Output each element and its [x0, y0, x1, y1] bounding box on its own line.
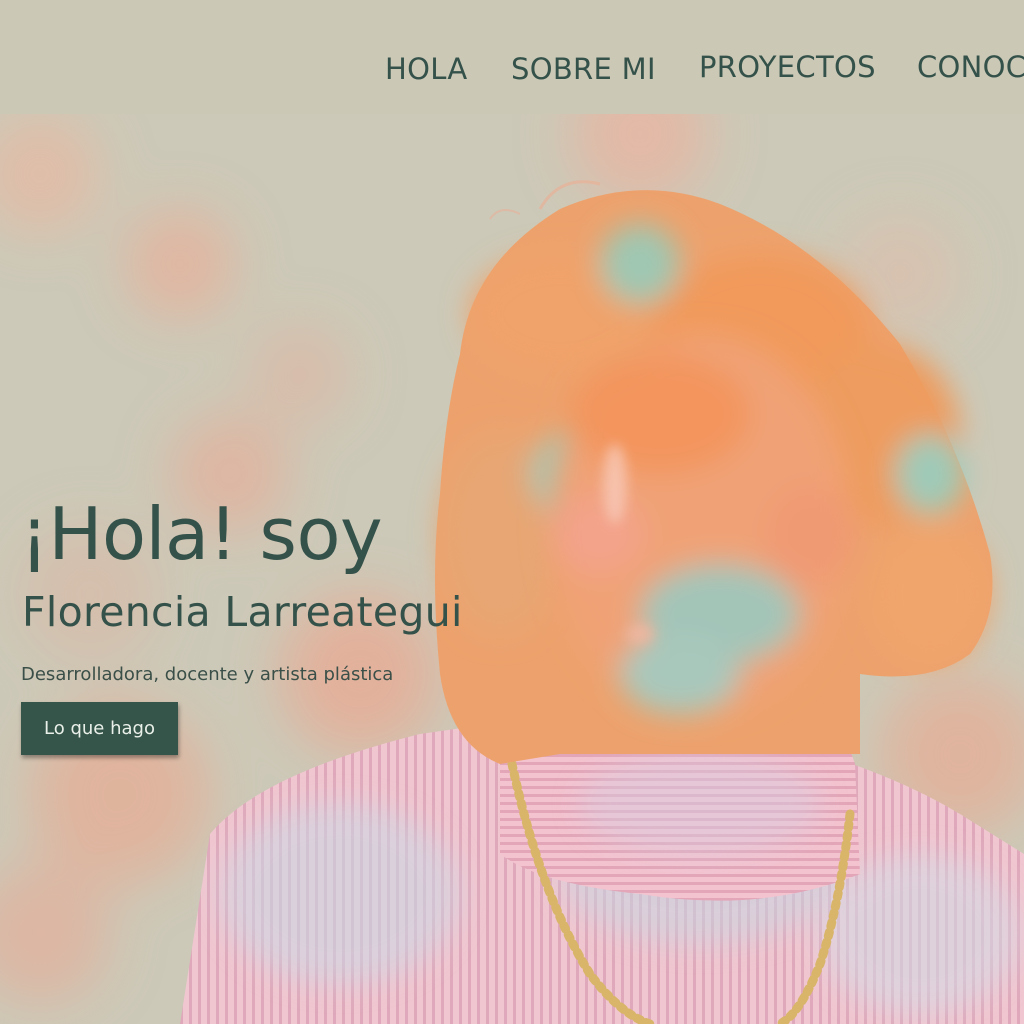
lo-que-hago-button[interactable]: Lo que hago [21, 702, 178, 755]
nav-item-hola[interactable]: HOLA [385, 52, 468, 86]
hero-subtitle: Desarrolladora, docente y artista plásti… [21, 664, 394, 685]
page: HOLA SOBRE MI PROYECTOS CONOC ¡Hola! soy… [0, 0, 1024, 1024]
nav-item-sobre-mi[interactable]: SOBRE MI [511, 52, 656, 86]
hero-name: Florencia Larreategui [22, 588, 463, 636]
hero-greeting: ¡Hola! soy [20, 492, 383, 576]
hero-section: ¡Hola! soy Florencia Larreategui Desarro… [0, 114, 1024, 1024]
nav-item-conoc[interactable]: CONOC [917, 50, 1024, 84]
nav-item-proyectos[interactable]: PROYECTOS [699, 50, 876, 84]
top-navigation: HOLA SOBRE MI PROYECTOS CONOC [0, 0, 1024, 114]
